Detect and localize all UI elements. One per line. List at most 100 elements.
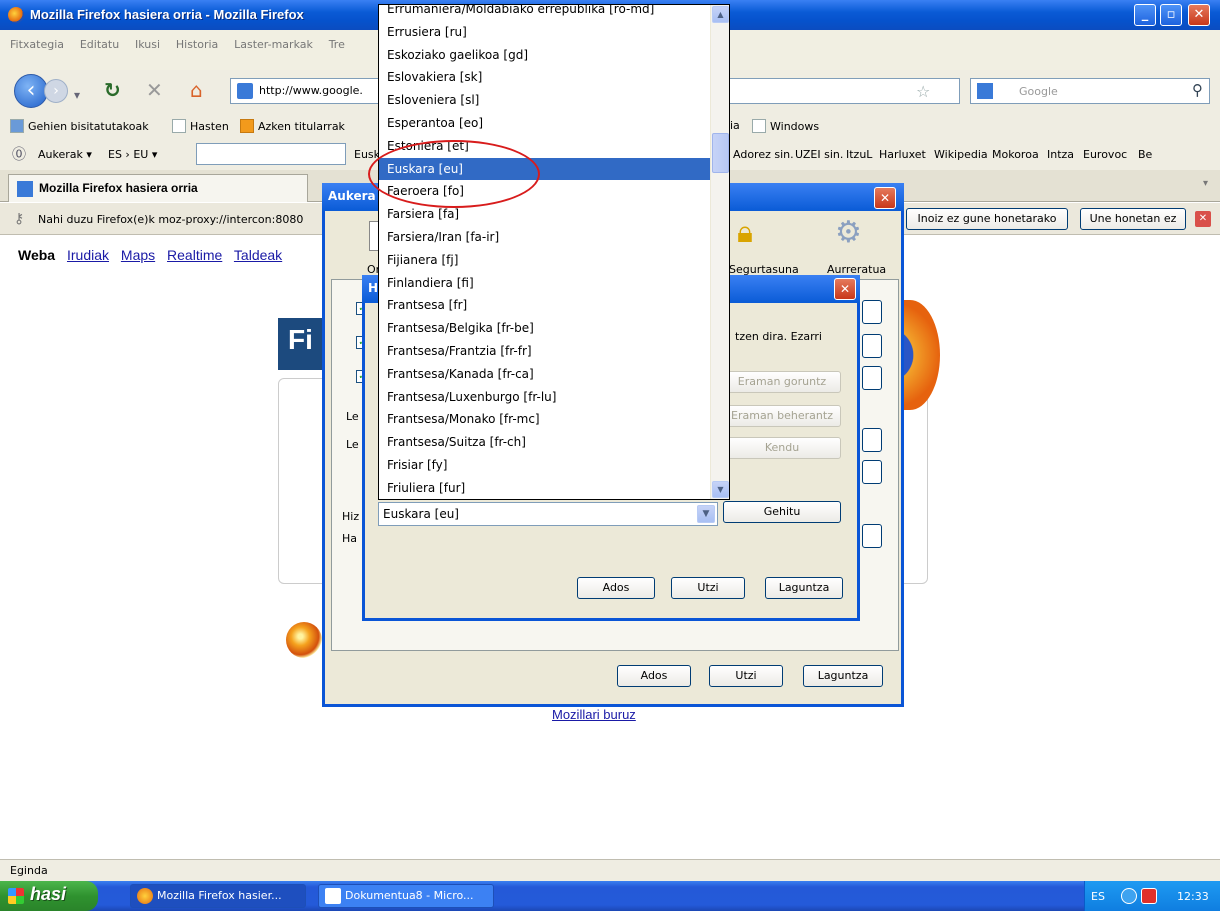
options-menu[interactable]: Aukerak ▾ xyxy=(38,148,92,161)
search-bar[interactable]: Google ⚲ xyxy=(970,78,1210,104)
taskbar-item-firefox[interactable]: Mozilla Firefox hasier... xyxy=(130,884,306,908)
language-option[interactable]: Esloveniera [sl] xyxy=(379,89,711,112)
remove-button[interactable]: Kendu xyxy=(723,437,841,459)
minimize-button[interactable]: _ xyxy=(1134,4,1156,26)
tool-link-uzei[interactable]: UZEI sin. xyxy=(795,148,843,161)
options-ok-button[interactable]: Ados xyxy=(617,665,691,687)
tray-antivirus-icon[interactable] xyxy=(1141,888,1157,904)
nav-link-web[interactable]: Weba xyxy=(18,247,55,263)
tool-link-more[interactable]: Be xyxy=(1138,148,1152,161)
nav-link-realtime[interactable]: Realtime xyxy=(167,247,222,263)
language-option[interactable]: Frantsesa/Monako [fr-mc] xyxy=(379,408,711,431)
language-option[interactable]: Frantsesa/Luxenburgo [fr-lu] xyxy=(379,386,711,409)
language-dropdown-list[interactable]: Errumaniera/Moldabiako errepublika [ro-m… xyxy=(378,4,730,500)
lock-icon[interactable]: 🔒︎ xyxy=(737,215,753,250)
language-option[interactable]: Eskoziako gaelikoa [gd] xyxy=(379,44,711,67)
maximize-button[interactable]: ▫ xyxy=(1160,4,1182,26)
options-side-button[interactable] xyxy=(862,366,882,390)
language-option[interactable]: Frantsesa/Kanada [fr-ca] xyxy=(379,363,711,386)
never-for-site-button[interactable]: Inoiz ez gune honetarako xyxy=(906,208,1068,230)
language-option[interactable]: Frisiar [fy] xyxy=(379,454,711,477)
options-side-button[interactable] xyxy=(862,460,882,484)
languages-close-button[interactable]: ✕ xyxy=(834,278,856,300)
scroll-down-icon[interactable]: ▼ xyxy=(712,481,729,498)
move-down-button[interactable]: Eraman beherantz xyxy=(723,405,841,427)
options-help-button[interactable]: Laguntza xyxy=(803,665,883,687)
back-button[interactable]: ‹ xyxy=(14,74,48,108)
add-language-button[interactable]: Gehitu xyxy=(723,501,841,523)
options-side-button[interactable] xyxy=(862,428,882,452)
tool-link-adorez[interactable]: Adorez sin. xyxy=(733,148,794,161)
nav-link-maps[interactable]: Maps xyxy=(121,247,155,263)
bookmark-getting-started[interactable]: Hasten xyxy=(172,119,229,133)
bookmark-star-icon[interactable]: ☆ xyxy=(916,82,930,101)
language-option[interactable]: Friuliera [fur] xyxy=(379,477,711,499)
about-mozilla-link[interactable]: Mozillari buruz xyxy=(552,707,636,722)
start-button[interactable]: hasi xyxy=(0,881,98,911)
options-side-button[interactable] xyxy=(862,300,882,324)
input-language[interactable]: ES xyxy=(1091,890,1105,903)
home-icon[interactable]: ⌂ xyxy=(190,79,203,101)
move-up-button[interactable]: Eraman goruntz xyxy=(723,371,841,393)
nav-link-images[interactable]: Irudiak xyxy=(67,247,109,263)
tray-network-icon[interactable] xyxy=(1121,888,1137,904)
language-pair-menu[interactable]: ES › EU ▾ xyxy=(108,148,157,161)
help-icon[interactable]: ⓪ xyxy=(12,144,26,164)
taskbar-item-word[interactable]: Dokumentua8 - Micro... xyxy=(318,884,494,908)
tool-link-intza[interactable]: Intza xyxy=(1047,148,1074,161)
reload-icon[interactable]: ↻ xyxy=(104,79,121,101)
tool-link-harluxet[interactable]: Harluxet xyxy=(879,148,926,161)
dropdown-scrollbar[interactable]: ▲ ▼ xyxy=(710,5,729,499)
options-side-button[interactable] xyxy=(862,334,882,358)
language-option[interactable]: Finlandiera [fi] xyxy=(379,272,711,295)
close-button[interactable]: ✕ xyxy=(1188,4,1210,26)
language-option[interactable]: Frantsesa/Belgika [fr-be] xyxy=(379,317,711,340)
language-option[interactable]: Frantsesa/Suitza [fr-ch] xyxy=(379,431,711,454)
language-option[interactable]: Errusiera [ru] xyxy=(379,21,711,44)
menu-history[interactable]: Historia xyxy=(176,38,218,51)
languages-cancel-button[interactable]: Utzi xyxy=(671,577,745,599)
gear-icon[interactable]: ⚙ xyxy=(835,215,862,250)
language-option[interactable]: Frantsesa/Frantzia [fr-fr] xyxy=(379,340,711,363)
bookmark-most-visited[interactable]: Gehien bisitatutakoak xyxy=(10,119,149,133)
bookmark-windows[interactable]: Windows xyxy=(752,119,819,133)
language-select[interactable]: Euskara [eu] ▼ xyxy=(378,502,718,526)
menu-edit[interactable]: Editatu xyxy=(80,38,119,51)
search-engine-icon[interactable] xyxy=(977,83,993,99)
options-side-button[interactable] xyxy=(862,524,882,548)
bookmark-partial[interactable]: ia xyxy=(730,119,740,132)
language-option[interactable]: Farsiera/Iran [fa-ir] xyxy=(379,226,711,249)
tool-link-mokoroa[interactable]: Mokoroa xyxy=(992,148,1039,161)
options-close-button[interactable]: ✕ xyxy=(874,187,896,209)
tab-list-icon[interactable]: ▾ xyxy=(1203,178,1208,189)
menu-bookmarks[interactable]: Laster-markak xyxy=(234,38,313,51)
chevron-down-icon[interactable]: ▼ xyxy=(697,505,715,523)
translate-input[interactable] xyxy=(196,143,346,165)
scroll-thumb[interactable] xyxy=(712,133,729,173)
language-option[interactable]: Errumaniera/Moldabiako errepublika [ro-m… xyxy=(379,5,711,21)
tab-firefox-start[interactable]: Mozilla Firefox hasiera orria xyxy=(8,174,308,202)
scroll-up-icon[interactable]: ▲ xyxy=(712,6,729,23)
search-icon[interactable]: ⚲ xyxy=(1192,81,1203,99)
language-option[interactable]: Esperantoa [eo] xyxy=(379,112,711,135)
close-icon[interactable]: ✕ xyxy=(1195,211,1211,227)
language-option[interactable]: Fijianera [fj] xyxy=(379,249,711,272)
tool-link-itzul[interactable]: ItzuL xyxy=(846,148,872,161)
clock: 12:33 xyxy=(1177,890,1209,903)
menu-file[interactable]: Fitxategia xyxy=(10,38,64,51)
language-option[interactable]: Frantsesa [fr] xyxy=(379,294,711,317)
language-option[interactable]: Eslovakiera [sk] xyxy=(379,66,711,89)
not-now-button[interactable]: Une honetan ez xyxy=(1080,208,1186,230)
menu-tools[interactable]: Tre xyxy=(329,38,345,51)
nav-link-groups[interactable]: Taldeak xyxy=(234,247,282,263)
forward-button[interactable]: › xyxy=(44,79,68,103)
options-cancel-button[interactable]: Utzi xyxy=(709,665,783,687)
languages-help-button[interactable]: Laguntza xyxy=(765,577,843,599)
history-dropdown-icon[interactable]: ▾ xyxy=(74,84,80,106)
languages-ok-button[interactable]: Ados xyxy=(577,577,655,599)
tool-link-wikipedia[interactable]: Wikipedia xyxy=(934,148,988,161)
stop-icon[interactable]: ✕ xyxy=(146,79,163,101)
bookmark-latest-headlines[interactable]: Azken titularrak xyxy=(240,119,345,133)
menu-view[interactable]: Ikusi xyxy=(135,38,160,51)
tool-link-eurovoc[interactable]: Eurovoc xyxy=(1083,148,1127,161)
